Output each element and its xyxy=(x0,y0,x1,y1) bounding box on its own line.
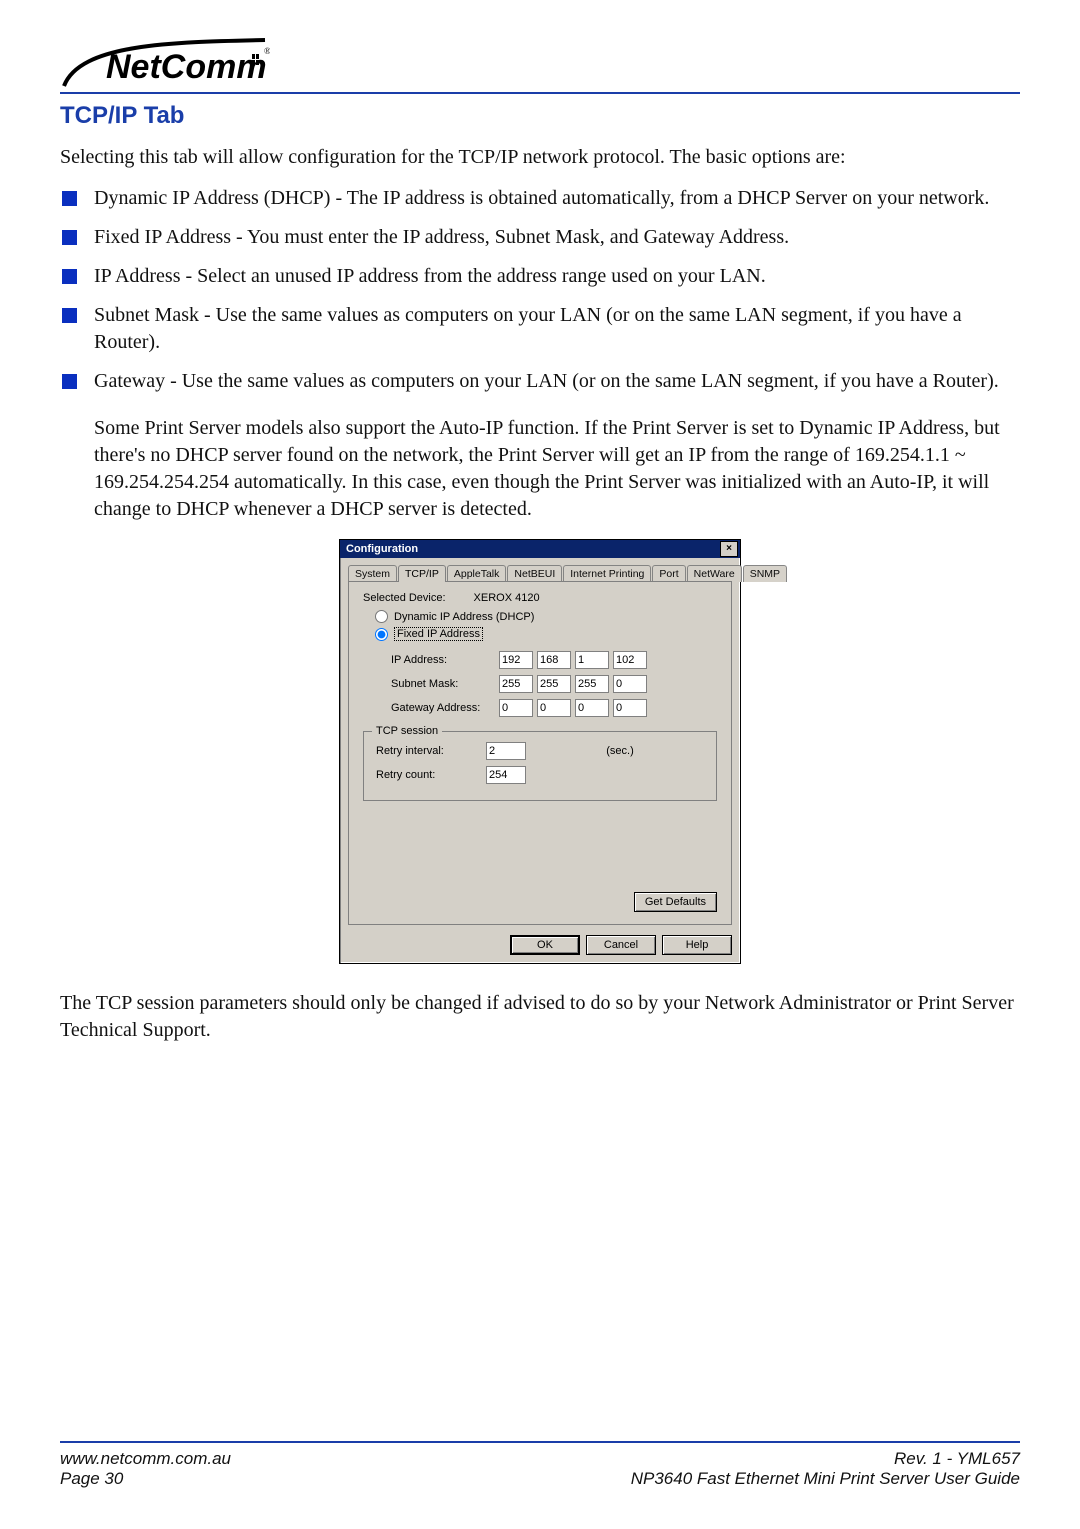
bullet-item: Gateway - Use the same values as compute… xyxy=(60,368,1020,395)
retry-count-input[interactable] xyxy=(486,766,526,784)
ip-address-label: IP Address: xyxy=(391,654,491,666)
gateway-label: Gateway Address: xyxy=(391,702,491,714)
tab-panel-tcpip: Selected Device: XEROX 4120 Dynamic IP A… xyxy=(348,581,732,925)
tcp-session-group: TCP session Retry interval: (sec.) Retry… xyxy=(363,731,717,801)
brand-logo: NetComm ® xyxy=(60,32,1020,88)
tabstrip: System TCP/IP AppleTalk NetBEUI Internet… xyxy=(348,565,732,582)
cancel-button[interactable]: Cancel xyxy=(586,935,656,955)
tab-appletalk[interactable]: AppleTalk xyxy=(447,565,507,582)
radio-fixed[interactable] xyxy=(375,628,388,641)
ip-octet-3[interactable] xyxy=(575,651,609,669)
page-footer: www.netcomm.com.au Rev. 1 - YML657 Page … xyxy=(60,1433,1020,1490)
footer-page: Page 30 xyxy=(60,1469,123,1489)
gw-octet-2[interactable] xyxy=(537,699,571,717)
bullet-list: Dynamic IP Address (DHCP) - The IP addre… xyxy=(60,185,1020,395)
tab-netware[interactable]: NetWare xyxy=(687,565,742,582)
dialog-body: System TCP/IP AppleTalk NetBEUI Internet… xyxy=(340,558,740,963)
ip-octet-2[interactable] xyxy=(537,651,571,669)
footer-url: www.netcomm.com.au xyxy=(60,1449,231,1469)
get-defaults-button[interactable]: Get Defaults xyxy=(634,892,717,912)
subnet-mask-label: Subnet Mask: xyxy=(391,678,491,690)
ip-octet-4[interactable] xyxy=(613,651,647,669)
mask-octet-1[interactable] xyxy=(499,675,533,693)
svg-text:®: ® xyxy=(264,46,270,56)
tcp-session-legend: TCP session xyxy=(372,725,442,737)
dialog-footer: OK Cancel Help xyxy=(348,929,732,955)
retry-interval-label: Retry interval: xyxy=(376,745,476,757)
mask-octet-4[interactable] xyxy=(613,675,647,693)
footer-doc: NP3640 Fast Ethernet Mini Print Server U… xyxy=(631,1469,1020,1489)
dialog-title: Configuration xyxy=(346,543,418,555)
bullet-item: Dynamic IP Address (DHCP) - The IP addre… xyxy=(60,185,1020,212)
footer-rev: Rev. 1 - YML657 xyxy=(894,1449,1020,1469)
autoip-text: Some Print Server models also support th… xyxy=(94,415,1020,523)
dialog-titlebar[interactable]: Configuration × xyxy=(340,540,740,558)
gw-octet-1[interactable] xyxy=(499,699,533,717)
tab-tcpip[interactable]: TCP/IP xyxy=(398,565,446,582)
retry-interval-input[interactable] xyxy=(486,742,526,760)
tab-netbeui[interactable]: NetBEUI xyxy=(507,565,562,582)
bullet-item: IP Address - Select an unused IP address… xyxy=(60,263,1020,290)
radio-fixed-label: Fixed IP Address xyxy=(394,627,483,641)
bullet-item: Fixed IP Address - You must enter the IP… xyxy=(60,224,1020,251)
tcp-note-text: The TCP session parameters should only b… xyxy=(60,990,1020,1044)
gw-octet-4[interactable] xyxy=(613,699,647,717)
tab-snmp[interactable]: SNMP xyxy=(743,565,787,582)
radio-dhcp-label: Dynamic IP Address (DHCP) xyxy=(394,611,534,623)
section-title: TCP/IP Tab xyxy=(60,102,1020,130)
bullet-item: Subnet Mask - Use the same values as com… xyxy=(60,302,1020,356)
tab-system[interactable]: System xyxy=(348,565,397,582)
configuration-dialog: Configuration × System TCP/IP AppleTalk … xyxy=(339,539,741,964)
ok-button[interactable]: OK xyxy=(510,935,580,955)
radio-dhcp[interactable] xyxy=(375,610,388,623)
mask-octet-3[interactable] xyxy=(575,675,609,693)
page: NetComm ® TCP/IP Tab Selecting this tab … xyxy=(0,0,1080,1529)
retry-count-label: Retry count: xyxy=(376,769,476,781)
footer-divider xyxy=(60,1441,1020,1443)
close-button[interactable]: × xyxy=(720,541,738,557)
retry-interval-unit: (sec.) xyxy=(606,745,704,757)
selected-device-label: Selected Device: xyxy=(363,592,446,604)
intro-text: Selecting this tab will allow configurat… xyxy=(60,144,1020,171)
selected-device-value: XEROX 4120 xyxy=(474,592,540,604)
tab-port[interactable]: Port xyxy=(652,565,685,582)
tab-internet-printing[interactable]: Internet Printing xyxy=(563,565,651,582)
mask-octet-2[interactable] xyxy=(537,675,571,693)
logo-name-text: NetComm xyxy=(106,48,267,86)
ip-octet-1[interactable] xyxy=(499,651,533,669)
gw-octet-3[interactable] xyxy=(575,699,609,717)
netcomm-logo-icon: NetComm ® xyxy=(60,32,270,88)
help-button[interactable]: Help xyxy=(662,935,732,955)
header-divider xyxy=(60,92,1020,94)
